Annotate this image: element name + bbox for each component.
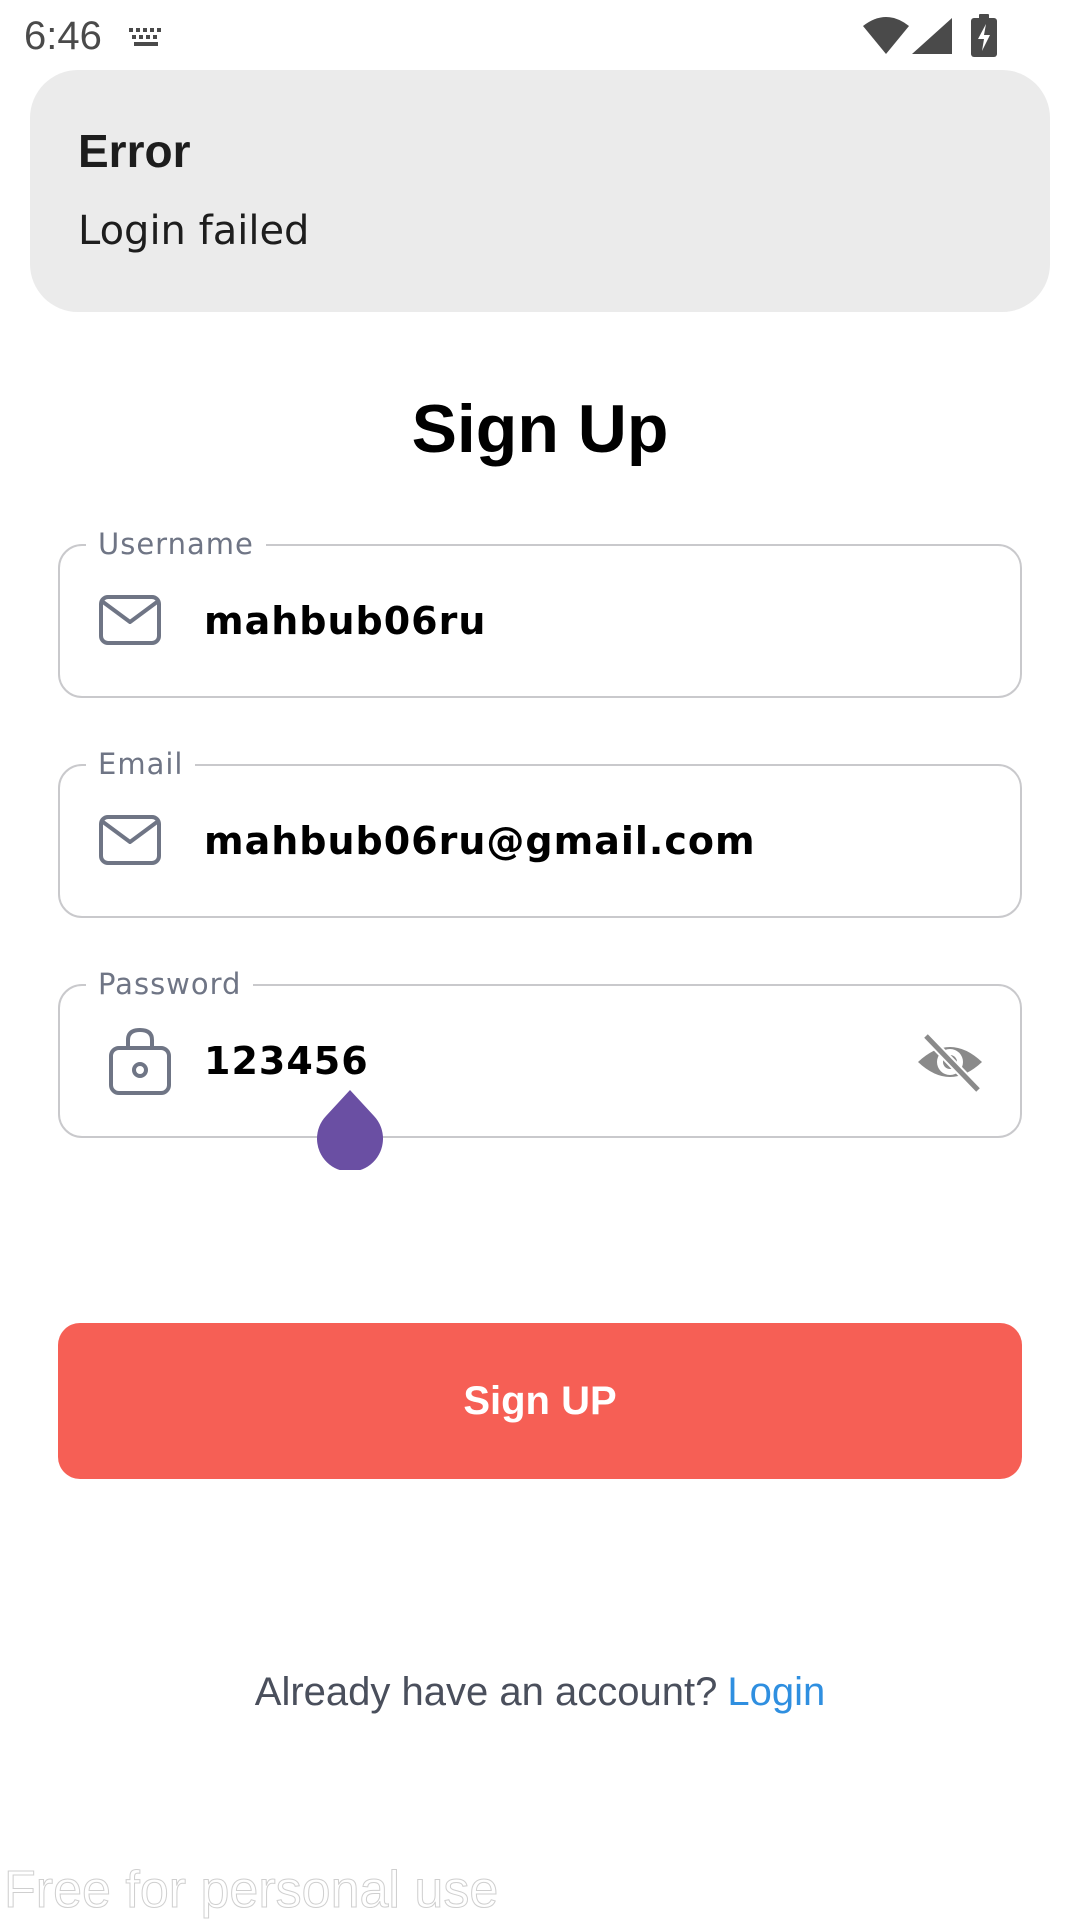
email-field[interactable]: Email mahbub06ru@gmail.com	[58, 744, 1022, 918]
lock-icon	[108, 1026, 172, 1100]
text-cursor-handle[interactable]	[316, 1090, 384, 1174]
visibility-off-icon[interactable]	[914, 1030, 986, 1094]
email-label: Email	[86, 744, 196, 784]
signup-button[interactable]: Sign UP	[58, 1323, 1022, 1479]
battery-charging-icon	[970, 14, 998, 62]
login-prompt: Already have an account? Login	[0, 1664, 1080, 1720]
mail-icon	[98, 592, 162, 652]
username-input[interactable]: mahbub06ru	[204, 546, 486, 696]
wifi-icon	[862, 16, 910, 60]
watermark: Free for personal use	[3, 1861, 499, 1920]
login-prompt-text: Already have an account?	[254, 1670, 718, 1714]
error-title: Error	[78, 125, 191, 177]
password-field[interactable]: Password 123456	[58, 964, 1022, 1138]
signup-screen: 6:46 Error Login failed Sign Up Username…	[0, 0, 1080, 1920]
error-message: Login failed	[78, 208, 310, 254]
keyboard-icon	[128, 26, 164, 52]
login-link[interactable]: Login	[727, 1670, 825, 1714]
signal-icon	[910, 16, 954, 60]
status-time: 6:46	[24, 14, 102, 58]
error-snackbar: Error Login failed	[30, 70, 1050, 312]
email-input[interactable]: mahbub06ru@gmail.com	[204, 766, 756, 916]
page-title: Sign Up	[411, 391, 669, 467]
status-bar: 6:46	[0, 0, 1080, 72]
mail-icon	[98, 812, 162, 872]
username-field[interactable]: Username mahbub06ru	[58, 524, 1022, 698]
